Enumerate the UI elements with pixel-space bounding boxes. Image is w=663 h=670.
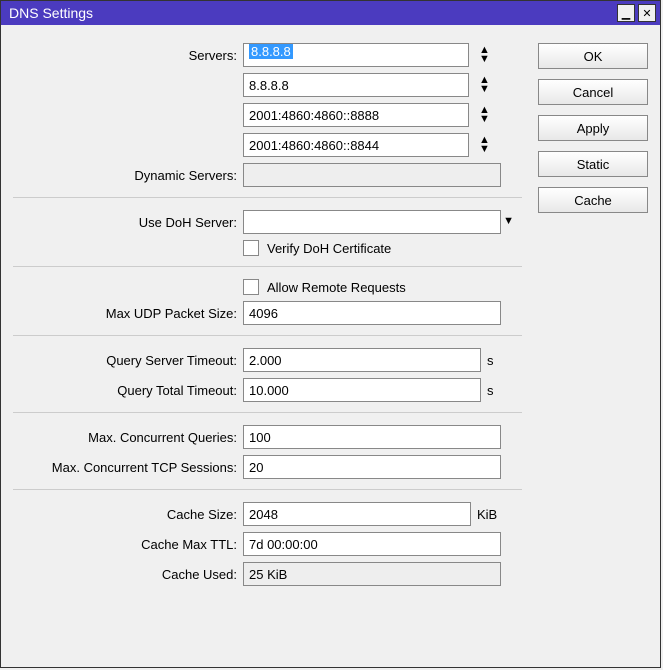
cache-button[interactable]: Cache [538,187,648,213]
use-doh-label: Use DoH Server: [13,215,243,230]
verify-doh-label: Verify DoH Certificate [267,241,391,256]
dynamic-servers-label: Dynamic Servers: [13,168,243,183]
spin-down-icon[interactable]: ▼ [479,85,490,94]
servers-label: Servers: [13,48,243,63]
cache-used-input [243,562,501,586]
max-conc-tcp-label: Max. Concurrent TCP Sessions: [13,460,243,475]
apply-button[interactable]: Apply [538,115,648,141]
cache-used-label: Cache Used: [13,567,243,582]
static-button[interactable]: Static [538,151,648,177]
use-doh-dropdown[interactable] [243,210,501,234]
cancel-button[interactable]: Cancel [538,79,648,105]
server-spinner-2[interactable]: ▲▼ [479,106,490,124]
form: Servers: 8.8.8.8 ▲▼ ▲▼ ▲▼ [13,43,522,592]
server-input-3[interactable] [243,133,469,157]
separator [13,197,522,198]
separator [13,412,522,413]
server-spinner-0[interactable]: ▲▼ [479,46,490,64]
query-server-timeout-label: Query Server Timeout: [13,353,243,368]
server-input-1[interactable] [243,73,469,97]
dynamic-servers-input [243,163,501,187]
max-udp-input[interactable] [243,301,501,325]
server-spinner-3[interactable]: ▲▼ [479,136,490,154]
titlebar: DNS Settings ▁ ✕ [1,1,660,25]
query-total-timeout-label: Query Total Timeout: [13,383,243,398]
spin-down-icon[interactable]: ▼ [479,145,490,154]
side-buttons: OK Cancel Apply Static Cache [538,43,648,592]
allow-remote-label: Allow Remote Requests [267,280,406,295]
allow-remote-checkbox[interactable] [243,279,259,295]
window: DNS Settings ▁ ✕ Servers: 8.8.8.8 ▲▼ ▲▼ [0,0,661,668]
query-server-timeout-input[interactable] [243,348,481,372]
max-conc-queries-label: Max. Concurrent Queries: [13,430,243,445]
seconds-unit: s [487,353,494,368]
seconds-unit: s [487,383,494,398]
kib-unit: KiB [477,507,497,522]
server-input-0[interactable]: 8.8.8.8 [243,43,469,67]
ok-button[interactable]: OK [538,43,648,69]
close-icon[interactable]: ✕ [638,4,656,22]
spin-down-icon[interactable]: ▼ [479,55,490,64]
spin-down-icon[interactable]: ▼ [479,115,490,124]
minimize-icon[interactable]: ▁ [617,4,635,22]
query-total-timeout-input[interactable] [243,378,481,402]
verify-doh-checkbox[interactable] [243,240,259,256]
separator [13,335,522,336]
cache-size-input[interactable] [243,502,471,526]
cache-max-ttl-label: Cache Max TTL: [13,537,243,552]
window-title: DNS Settings [9,5,614,21]
cache-size-label: Cache Size: [13,507,243,522]
separator [13,266,522,267]
separator [13,489,522,490]
server-input-2[interactable] [243,103,469,127]
max-conc-queries-input[interactable] [243,425,501,449]
cache-max-ttl-input[interactable] [243,532,501,556]
server-spinner-1[interactable]: ▲▼ [479,76,490,94]
max-udp-label: Max UDP Packet Size: [13,306,243,321]
max-conc-tcp-input[interactable] [243,455,501,479]
dropdown-caret-icon: ▼ [503,215,514,227]
